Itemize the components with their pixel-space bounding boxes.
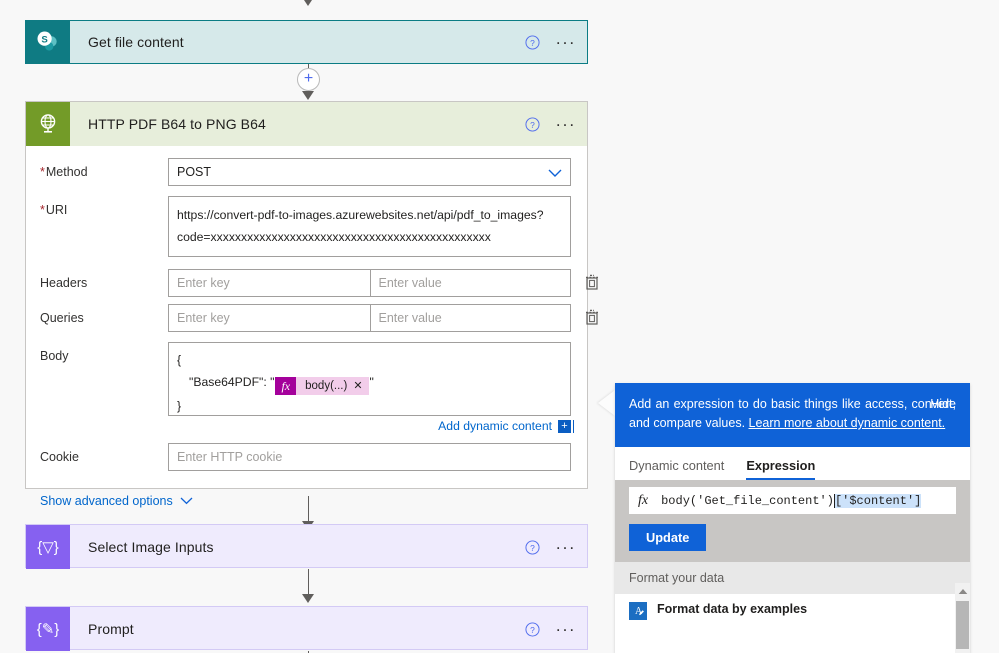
cookie-label: Cookie xyxy=(40,450,79,464)
show-advanced-options-toggle[interactable]: Show advanced options xyxy=(26,494,193,508)
action-title: Prompt xyxy=(88,621,134,637)
body-line-3: } xyxy=(177,399,182,413)
section-header-format-your-data: Format your data xyxy=(615,562,970,594)
fx-icon: fx xyxy=(275,377,297,395)
add-dynamic-content-row: Add dynamic content + xyxy=(26,416,587,433)
headers-label: Headers xyxy=(40,276,88,290)
tab-dynamic-content[interactable]: Dynamic content xyxy=(629,458,724,480)
action-card-http[interactable]: HTTP PDF B64 to PNG B64 ? ... *Method PO… xyxy=(25,101,598,508)
field-row-body: Body { "Base64PDF": " fx body(...) ✕ " } xyxy=(26,342,587,416)
body-line-1: { xyxy=(177,353,182,367)
help-icon[interactable]: ? xyxy=(519,116,545,132)
action-card-get-file-content[interactable]: S Get file content ? ... xyxy=(25,20,588,64)
scrollbar-thumb[interactable] xyxy=(956,601,969,649)
cookie-input[interactable]: Enter HTTP cookie xyxy=(168,443,571,471)
flow-designer-canvas: + S Get file content ? . xyxy=(0,0,999,653)
uri-line-1: https://convert-pdf-to-images.azurewebsi… xyxy=(177,208,544,222)
learn-more-link[interactable]: Learn more about dynamic content. xyxy=(749,416,946,430)
fx-icon: fx xyxy=(638,492,649,508)
flyout-banner: Hide Add an expression to do basic thing… xyxy=(615,383,970,447)
action-title: Select Image Inputs xyxy=(88,539,214,555)
advanced-options-row: Show advanced options xyxy=(26,492,587,510)
expression-editor-area: fx body('Get_file_content') ['$content'] U… xyxy=(615,480,970,562)
field-row-uri: *URI https://convert-pdf-to-images.azure… xyxy=(26,196,587,257)
add-dynamic-content-link[interactable]: Add dynamic content xyxy=(438,419,552,433)
svg-text:?: ? xyxy=(530,624,535,634)
tab-expression[interactable]: Expression xyxy=(746,458,816,480)
svg-text:?: ? xyxy=(530,542,535,552)
list-item-title: Format data by examples xyxy=(657,602,808,616)
token-remove-icon[interactable]: ✕ xyxy=(353,375,368,397)
http-globe-icon xyxy=(26,102,70,146)
more-menu-icon[interactable]: ... xyxy=(545,535,587,555)
trash-icon[interactable] xyxy=(583,308,603,328)
required-marker: * xyxy=(40,165,45,179)
svg-text:S: S xyxy=(41,35,48,46)
headers-value-input[interactable]: Enter value xyxy=(369,269,571,297)
expression-selected-text: ['$content'] xyxy=(834,493,922,508)
update-button[interactable]: Update xyxy=(629,524,707,551)
uri-line-2: code=xxxxxxxxxxxxxxxxxxxxxxxxxxxxxxxxxxx… xyxy=(177,230,491,244)
body-key-text: "Base64PDF": " xyxy=(189,375,275,389)
advanced-label: Show advanced options xyxy=(40,494,173,508)
flyout-scrollbar[interactable] xyxy=(955,583,970,653)
more-menu-icon[interactable]: ... xyxy=(545,112,587,132)
field-row-method: *Method POST xyxy=(26,158,587,186)
body-key-suffix: " xyxy=(369,375,374,389)
insert-step-button-1[interactable]: + xyxy=(297,68,320,91)
svg-text:?: ? xyxy=(530,37,535,47)
trash-icon[interactable] xyxy=(583,273,603,293)
scroll-up-arrow-icon[interactable] xyxy=(955,583,970,599)
arrow-head-top xyxy=(302,0,314,6)
method-select[interactable]: POST xyxy=(168,158,571,186)
hide-banner-button[interactable]: Hide xyxy=(930,395,956,414)
action-card-select-image-inputs[interactable]: {▽} Select Image Inputs ? ... xyxy=(25,524,588,569)
flyout-tabs: Dynamic content Expression xyxy=(615,447,970,480)
field-row-headers: Headers Enter key Enter value xyxy=(26,269,598,297)
body-input[interactable]: { "Base64PDF": " fx body(...) ✕ " } xyxy=(168,342,571,416)
dynamic-expression-token[interactable]: fx body(...) ✕ xyxy=(275,375,369,397)
body-line-2: "Base64PDF": " fx body(...) ✕ " xyxy=(177,371,562,395)
help-icon[interactable]: ? xyxy=(519,34,545,50)
help-icon[interactable]: ? xyxy=(519,539,545,555)
expression-flyout: Hide Add an expression to do basic thing… xyxy=(615,383,970,653)
queries-key-input[interactable]: Enter key xyxy=(168,304,370,332)
sharepoint-icon: S xyxy=(26,20,70,64)
token-label: body(...) xyxy=(305,380,348,392)
field-row-queries: Queries Enter key Enter value xyxy=(26,304,598,332)
list-item[interactable]: A Format data by examples xyxy=(615,594,970,620)
http-form: *Method POST *URI https://convert-pdf-to… xyxy=(26,158,598,510)
expression-input[interactable]: fx body('Get_file_content') ['$content'] xyxy=(629,487,956,514)
select-braces-icon: {▽} xyxy=(26,525,70,569)
expression-text: body('Get_file_content') xyxy=(661,493,834,508)
flyout-callout-tail xyxy=(598,390,615,416)
headers-key-input[interactable]: Enter key xyxy=(168,269,370,297)
more-menu-icon[interactable]: ... xyxy=(545,30,587,50)
queries-value-input[interactable]: Enter value xyxy=(369,304,571,332)
format-data-icon: A xyxy=(629,602,647,620)
select-braces-glyph: {▽} xyxy=(37,539,59,556)
arrow-head-3 xyxy=(302,594,314,603)
compose-braces-icon: {✎} xyxy=(26,607,70,651)
action-title: Get file content xyxy=(88,34,184,50)
svg-text:?: ? xyxy=(530,119,535,129)
compose-braces-glyph: {✎} xyxy=(36,621,60,638)
add-dynamic-content-chip[interactable]: + xyxy=(558,419,574,433)
queries-label: Queries xyxy=(40,311,84,325)
field-row-cookie: Cookie Enter HTTP cookie xyxy=(26,443,587,471)
help-icon[interactable]: ? xyxy=(519,621,545,637)
action-card-prompt[interactable]: {✎} Prompt ? ... xyxy=(25,606,588,651)
chevron-down-icon xyxy=(180,494,193,508)
action-title: HTTP PDF B64 to PNG B64 xyxy=(88,116,266,132)
arrow-head-1 xyxy=(302,91,314,100)
uri-input[interactable]: https://convert-pdf-to-images.azurewebsi… xyxy=(168,196,571,257)
method-label: *Method xyxy=(40,165,88,179)
uri-label: *URI xyxy=(40,203,68,217)
required-marker: * xyxy=(40,203,45,217)
body-label: Body xyxy=(40,349,69,363)
more-menu-icon[interactable]: ... xyxy=(545,617,587,637)
